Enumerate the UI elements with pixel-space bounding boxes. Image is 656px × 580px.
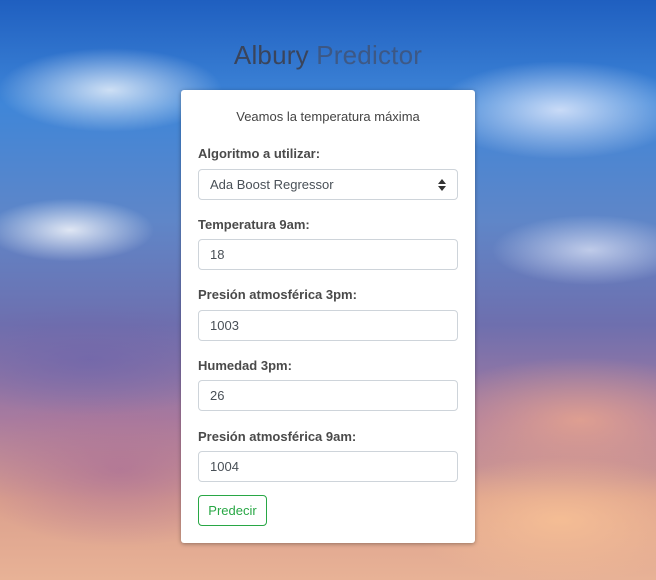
pressure-3pm-label: Presión atmosférica 3pm: <box>198 287 357 302</box>
predict-button[interactable]: Predecir <box>198 495 267 526</box>
page-title: Albury Predictor <box>0 40 656 71</box>
algorithm-label: Algoritmo a utilizar: <box>198 146 321 161</box>
temp-9am-input[interactable]: 18 <box>198 239 458 270</box>
form-subtitle: Veamos la temperatura máxima <box>236 109 420 124</box>
pressure-3pm-input[interactable]: 1003 <box>198 310 458 341</box>
prediction-form-card: Veamos la temperatura máxima Algoritmo a… <box>181 90 475 543</box>
pressure-9am-value: 1004 <box>210 459 239 474</box>
algorithm-selected-value: Ada Boost Regressor <box>210 177 334 192</box>
humidity-3pm-label: Humedad 3pm: <box>198 358 292 373</box>
page-title-part1: Albury <box>233 40 309 70</box>
temp-9am-value: 18 <box>210 247 225 262</box>
page-title-part2: Predictor <box>316 40 423 70</box>
humidity-3pm-input[interactable]: 26 <box>198 380 458 411</box>
pressure-3pm-value: 1003 <box>210 318 239 333</box>
sort-arrows-icon <box>438 178 446 191</box>
temp-9am-label: Temperatura 9am: <box>198 217 310 232</box>
pressure-9am-input[interactable]: 1004 <box>198 451 458 482</box>
algorithm-select[interactable]: Ada Boost Regressor <box>198 169 458 200</box>
humidity-3pm-value: 26 <box>210 388 225 403</box>
pressure-9am-label: Presión atmosférica 9am: <box>198 429 357 444</box>
